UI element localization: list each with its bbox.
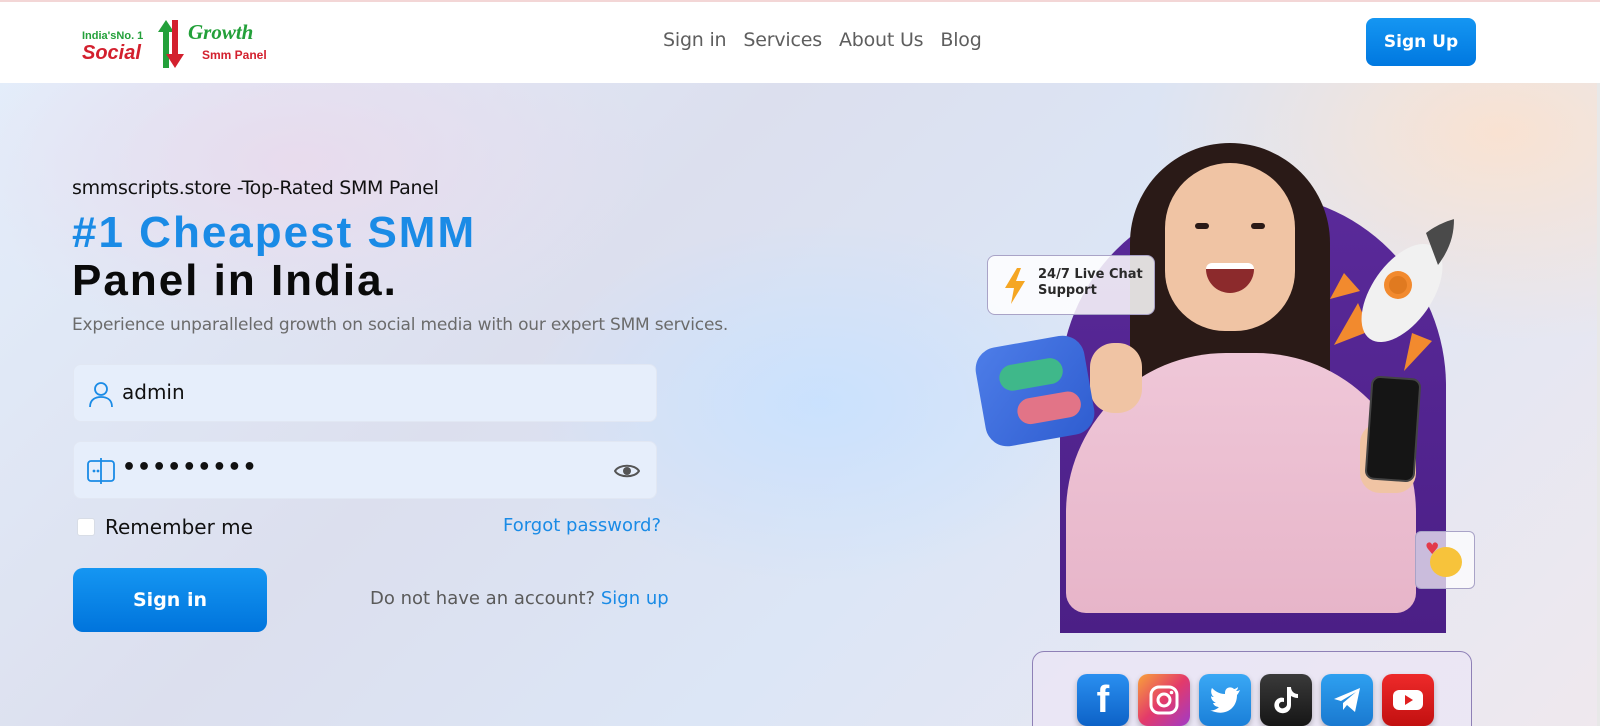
instagram-icon (1138, 674, 1190, 726)
rocket-icon (1330, 219, 1455, 371)
live-chat-badge: 24/7 Live Chat Support (987, 255, 1155, 315)
navbar: India'sNo. 1 Social Growth Smm Panel Sig… (0, 2, 1600, 83)
logo-tagline: India'sNo. 1 (82, 30, 144, 42)
twitter-icon (1199, 674, 1251, 726)
emoji-card: ♥ (1415, 531, 1475, 589)
toggle-card-icon (972, 332, 1098, 450)
lightning-icon (1005, 268, 1025, 304)
forgot-password-link[interactable]: Forgot password? (503, 515, 661, 536)
woman-eye-right (1251, 223, 1265, 229)
username-field[interactable]: admin (73, 364, 657, 422)
facebook-icon: f (1077, 674, 1129, 726)
toggle-pill-pink (1015, 389, 1083, 427)
username-value: admin (122, 380, 185, 404)
user-icon (89, 382, 113, 408)
nav-sign-in[interactable]: Sign in (663, 29, 727, 51)
signin-button[interactable]: Sign in (73, 568, 267, 632)
logo-social-text: Social (82, 42, 141, 64)
tiktok-icon (1260, 674, 1312, 726)
password-icon (87, 458, 115, 484)
logo-growth-text: Growth (188, 20, 254, 44)
main-nav: Sign in Services About Us Blog (663, 29, 982, 51)
smartphone-icon (1364, 375, 1422, 483)
heart-icon: ♥ (1425, 539, 1440, 558)
hero-illustration: 24/7 Live Chat Support ♥ f (972, 123, 1500, 726)
signup-link[interactable]: Sign up (601, 588, 669, 609)
logo-panel-text: Smm Panel (202, 48, 267, 62)
no-account-label: Do not have an account? (370, 588, 596, 609)
remember-checkbox[interactable] (77, 518, 95, 536)
social-icons-bar: f (1032, 651, 1472, 726)
live-chat-text: 24/7 Live Chat Support (1038, 267, 1143, 298)
telegram-icon (1321, 674, 1373, 726)
youtube-icon (1382, 674, 1434, 726)
password-field[interactable]: ••••••••• (73, 441, 657, 499)
remember-me[interactable]: Remember me (77, 515, 253, 539)
nav-blog[interactable]: Blog (940, 29, 981, 51)
growth-arrows-icon (158, 20, 184, 68)
hero-tagline: smmscripts.store -Top-Rated SMM Panel (72, 177, 439, 199)
eye-icon[interactable] (614, 459, 640, 483)
site-logo[interactable]: India'sNo. 1 Social Growth Smm Panel (82, 18, 277, 70)
woman-eye-left (1195, 223, 1209, 229)
toggle-pill-green (997, 356, 1065, 393)
hero-headline-line2: Panel in India. (72, 256, 398, 305)
hero-section: smmscripts.store -Top-Rated SMM Panel #1… (0, 83, 1600, 726)
signup-button[interactable]: Sign Up (1366, 18, 1476, 66)
nav-services[interactable]: Services (743, 29, 822, 51)
hero-subtext: Experience unparalleled growth on social… (72, 315, 729, 335)
woman-fist (1090, 343, 1142, 413)
nav-about-us[interactable]: About Us (839, 29, 924, 51)
no-account-text: Do not have an account? Sign up (370, 588, 669, 609)
woman-face (1165, 163, 1295, 331)
hero-headline-line1: #1 Cheapest SMM (72, 208, 477, 257)
remember-label: Remember me (105, 515, 253, 539)
password-value: ••••••••• (122, 455, 258, 480)
